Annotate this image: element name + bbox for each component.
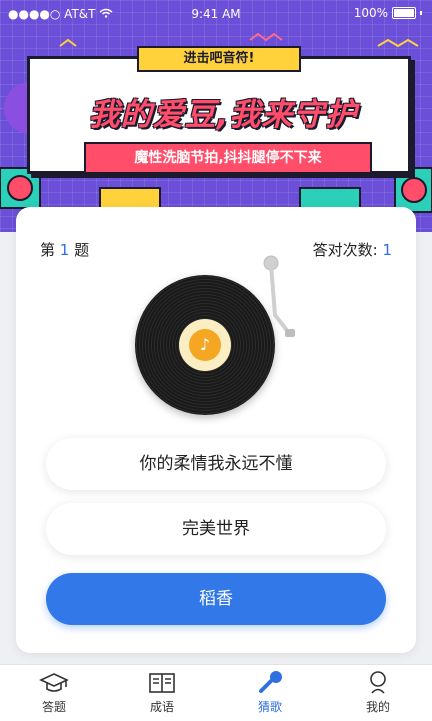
tab-mine[interactable]: 我的 xyxy=(324,665,432,721)
tab-label: 成语 xyxy=(149,700,174,714)
tab-label: 我的 xyxy=(365,700,390,714)
answer-option-1[interactable]: 你的柔情我永远不懂 xyxy=(46,438,386,490)
tab-answer[interactable]: 答题 xyxy=(0,665,108,721)
banner-subtitle: 魔性洗脑节拍,抖抖腿停不下来 xyxy=(84,142,372,174)
book-icon xyxy=(149,673,175,693)
quiz-card: 第 1 题 答对次数: 1 ♪ 你的柔情我永远不懂 完美世界 稻香 xyxy=(16,207,416,653)
header-banner: ●●●●○ AT&T 9:41 AM 100% 进击吧音符! 我的爱豆,我来守护… xyxy=(0,0,432,232)
tab-idiom[interactable]: 成语 xyxy=(108,665,216,721)
user-icon xyxy=(370,671,386,694)
battery-percent: 100% xyxy=(353,6,388,20)
question-prefix: 第 xyxy=(40,241,56,259)
answer-option-3[interactable]: 稻香 xyxy=(46,573,386,625)
record-label: ♪ xyxy=(179,319,231,371)
vinyl-record-icon: ♪ xyxy=(135,275,275,415)
banner-slogan: 我的爱豆,我来守护 xyxy=(88,97,358,133)
bottom-tab-bar: 答题 成语 猜歌 我的 xyxy=(0,664,432,721)
tab-label: 答题 xyxy=(41,700,66,714)
question-number: 第 1 题 xyxy=(40,239,89,260)
music-note-icon: ♪ xyxy=(199,335,211,354)
microphone-icon xyxy=(259,671,282,693)
tab-guess-song[interactable]: 猜歌 xyxy=(216,665,324,721)
graduation-cap-icon xyxy=(39,673,69,692)
status-bar: ●●●●○ AT&T 9:41 AM 100% xyxy=(0,0,432,28)
correct-count-label: 答对次数: xyxy=(312,241,378,259)
correct-count-value: 1 xyxy=(382,241,392,259)
question-suffix: 题 xyxy=(74,241,90,259)
answer-option-2[interactable]: 完美世界 xyxy=(46,503,386,555)
question-number-value: 1 xyxy=(59,241,70,259)
correct-count: 答对次数: 1 xyxy=(313,239,392,260)
battery-icon xyxy=(392,7,416,19)
banner-tag: 进击吧音符! xyxy=(137,46,301,72)
tonearm-icon xyxy=(263,255,295,337)
tab-label: 猜歌 xyxy=(257,700,282,714)
